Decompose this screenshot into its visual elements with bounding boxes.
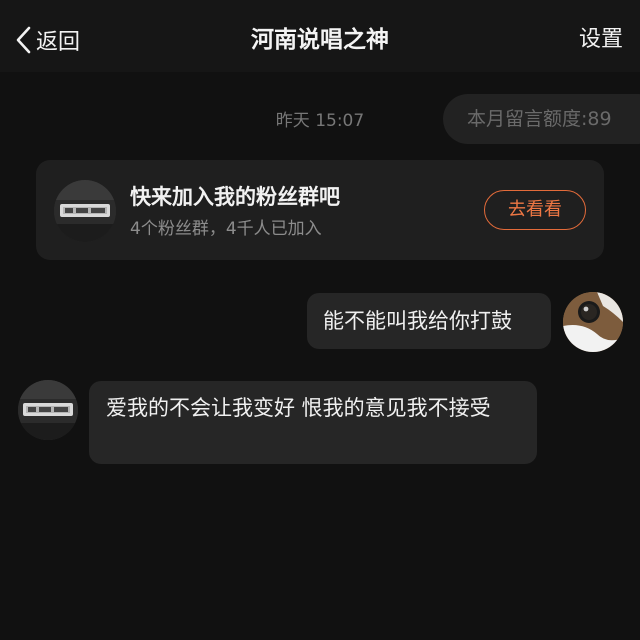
page-title: 河南说唱之神: [251, 27, 389, 53]
message-quota-badge: 本月留言额度:89: [443, 94, 640, 144]
fan-group-card[interactable]: 快来加入我的粉丝群吧 4个粉丝群，4千人已加入 去看看: [36, 160, 604, 260]
group-card-title: 快来加入我的粉丝群吧: [130, 185, 340, 209]
nav-header: 返回 河南说唱之神 设置: [0, 0, 640, 72]
avatar-self[interactable]: [563, 292, 623, 352]
group-card-subtitle: 4个粉丝群，4千人已加入: [130, 219, 322, 239]
avatar-other[interactable]: [18, 380, 78, 440]
message-bubble-outgoing[interactable]: 能不能叫我给你打鼓: [307, 293, 551, 349]
group-avatar: [54, 180, 116, 242]
message-bubble-incoming[interactable]: 爱我的不会让我变好 恨我的意见我不接受: [89, 381, 537, 464]
settings-button[interactable]: 设置: [579, 22, 623, 58]
chat-screen: 返回 河南说唱之神 设置 昨天 15:07 本月留言额度:89 快来加入我的粉丝…: [0, 0, 640, 640]
view-group-button[interactable]: 去看看: [484, 190, 586, 230]
message-timestamp: 昨天 15:07: [275, 111, 365, 131]
